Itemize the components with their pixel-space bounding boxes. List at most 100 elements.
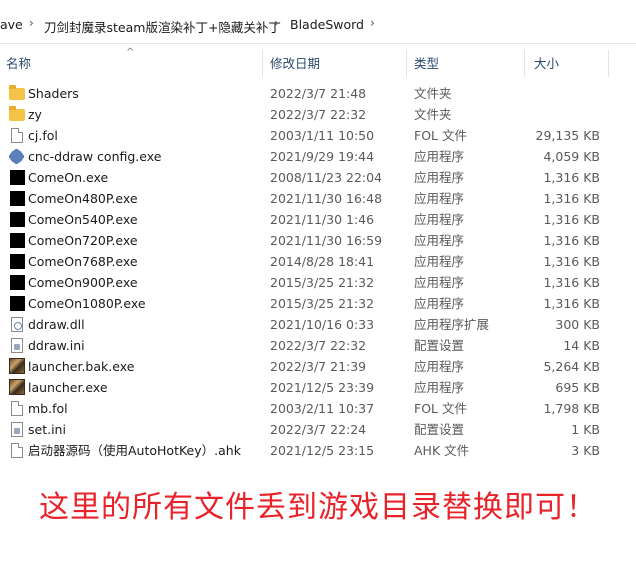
file-name: launcher.bak.exe (28, 359, 135, 374)
settings-file-icon (11, 338, 23, 353)
file-name: ComeOn768P.exe (28, 254, 138, 269)
file-date: 2021/11/30 1:46 (270, 212, 375, 227)
document-icon (11, 443, 23, 458)
file-date: 2015/3/25 21:32 (270, 296, 375, 311)
file-name: ComeOn1080P.exe (28, 296, 146, 311)
column-divider[interactable] (524, 50, 525, 77)
file-name: mb.fol (28, 401, 68, 416)
dll-file-icon (11, 317, 23, 332)
file-row[interactable]: launcher.exe 2021/12/5 23:39 应用程序 695 KB (0, 377, 636, 398)
file-date: 2014/8/28 18:41 (270, 254, 375, 269)
chevron-right-icon[interactable]: › (29, 16, 34, 30)
column-divider[interactable] (262, 50, 263, 77)
file-type: 应用程序 (414, 254, 465, 269)
file-size (530, 83, 600, 104)
file-type: 应用程序 (414, 233, 465, 248)
file-date: 2015/3/25 21:32 (270, 275, 375, 290)
file-date: 2021/12/5 23:15 (270, 443, 375, 458)
file-size: 1,798 KB (543, 401, 600, 416)
file-row[interactable]: ComeOn768P.exe 2014/8/28 18:41 应用程序 1,316 K… (0, 251, 636, 272)
column-header-size[interactable]: 大小 (528, 50, 608, 77)
file-type: 配置设置 (414, 338, 465, 353)
column-header-date[interactable]: 修改日期 (264, 50, 404, 77)
file-row[interactable]: ddraw.ini 2022/3/7 22:32 配置设置 14 KB (0, 335, 636, 356)
file-row[interactable]: ComeOn480P.exe 2021/11/30 16:48 应用程序 1,316 … (0, 188, 636, 209)
file-date: 2022/3/7 21:48 (270, 86, 367, 101)
file-size: 14 KB (563, 338, 600, 353)
column-header-row: 名称 修改日期 类型 大小 (0, 50, 636, 77)
file-type: 文件夹 (414, 107, 452, 122)
file-row[interactable]: cj.fol 2003/1/11 10:50 FOL 文件 29,135 KB (0, 125, 636, 146)
file-row[interactable]: ComeOn.exe 2008/11/23 22:04 应用程序 1,316 KB (0, 167, 636, 188)
app-black-icon (10, 212, 25, 227)
file-size: 1,316 KB (543, 191, 600, 206)
file-type: AHK 文件 (414, 443, 470, 458)
file-name: cnc-ddraw config.exe (28, 149, 162, 164)
launcher-app-icon (9, 379, 25, 395)
file-name: launcher.exe (28, 380, 108, 395)
file-type: 应用程序 (414, 212, 465, 227)
breadcrumb-item-patch-folder[interactable]: 刀剑封魔录steam版渲染补丁+隐藏关补丁 (44, 17, 281, 36)
file-row[interactable]: 启动器源码（使用AutoHotKey）.ahk 2021/12/5 23:15 AH… (0, 440, 636, 461)
file-name: ddraw.ini (28, 338, 85, 353)
file-type: 应用程序扩展 (414, 317, 490, 332)
file-type: FOL 文件 (414, 401, 467, 416)
app-black-icon (10, 254, 25, 269)
file-size: 300 KB (555, 317, 600, 332)
file-date: 2022/3/7 22:32 (270, 338, 367, 353)
app-black-icon (10, 233, 25, 248)
breadcrumb-item-parent[interactable]: ave (0, 17, 23, 32)
file-row[interactable]: mb.fol 2003/2/11 10:37 FOL 文件 1,798 KB (0, 398, 636, 419)
launcher-app-icon (9, 358, 25, 374)
document-icon (11, 401, 23, 416)
file-date: 2022/3/7 22:24 (270, 422, 367, 437)
file-name: ComeOn540P.exe (28, 212, 138, 227)
column-header-type[interactable]: 类型 (408, 50, 518, 77)
document-icon (11, 128, 23, 143)
file-size: 29,135 KB (535, 128, 600, 143)
file-type: 应用程序 (414, 359, 465, 374)
chevron-right-icon[interactable]: › (274, 16, 279, 30)
file-row[interactable]: Shaders 2022/3/7 21:48 文件夹 (0, 83, 636, 104)
file-size: 1,316 KB (543, 212, 600, 227)
file-type: 应用程序 (414, 275, 465, 290)
column-divider[interactable] (406, 50, 407, 77)
file-row[interactable]: set.ini 2022/3/7 22:24 配置设置 1 KB (0, 419, 636, 440)
app-black-icon (10, 275, 25, 290)
file-type: FOL 文件 (414, 128, 467, 143)
app-black-icon (10, 296, 25, 311)
breadcrumb-item-bladesword[interactable]: BladeSword (290, 17, 364, 32)
file-size: 1,316 KB (543, 233, 600, 248)
file-row[interactable]: zy 2022/3/7 22:32 文件夹 (0, 104, 636, 125)
file-type: 配置设置 (414, 422, 465, 437)
file-type: 应用程序 (414, 296, 465, 311)
gear-icon (9, 149, 24, 164)
file-size: 1,316 KB (543, 170, 600, 185)
app-black-icon (10, 170, 25, 185)
file-name: ComeOn.exe (28, 170, 109, 185)
column-header-name[interactable]: 名称 (0, 50, 258, 77)
column-divider[interactable] (608, 50, 609, 77)
file-row[interactable]: launcher.bak.exe 2022/3/7 21:39 应用程序 5,264 … (0, 356, 636, 377)
file-name: zy (28, 107, 42, 122)
file-row[interactable]: ComeOn540P.exe 2021/11/30 1:46 应用程序 1,316 K… (0, 209, 636, 230)
file-row[interactable]: cnc-ddraw config.exe 2021/9/29 19:44 应用程序 4… (0, 146, 636, 167)
file-date: 2003/2/11 10:37 (270, 401, 375, 416)
file-size: 4,059 KB (543, 149, 600, 164)
folder-icon (9, 85, 25, 100)
file-row[interactable]: ComeOn1080P.exe 2015/3/25 21:32 应用程序 1,316 … (0, 293, 636, 314)
file-size: 1,316 KB (543, 296, 600, 311)
file-row[interactable]: ddraw.dll 2021/10/16 0:33 应用程序扩展 300 KB (0, 314, 636, 335)
file-date: 2021/11/30 16:59 (270, 233, 383, 248)
file-date: 2021/11/30 16:48 (270, 191, 383, 206)
file-size (530, 104, 600, 125)
file-size: 1,316 KB (543, 254, 600, 269)
chevron-right-icon[interactable]: › (370, 16, 375, 30)
file-size: 695 KB (555, 380, 600, 395)
file-row[interactable]: ComeOn720P.exe 2021/11/30 16:59 应用程序 1,316 … (0, 230, 636, 251)
file-size: 5,264 KB (543, 359, 600, 374)
file-type: 文件夹 (414, 86, 452, 101)
file-type: 应用程序 (414, 170, 465, 185)
file-date: 2021/9/29 19:44 (270, 149, 375, 164)
file-row[interactable]: ComeOn900P.exe 2015/3/25 21:32 应用程序 1,316 K… (0, 272, 636, 293)
